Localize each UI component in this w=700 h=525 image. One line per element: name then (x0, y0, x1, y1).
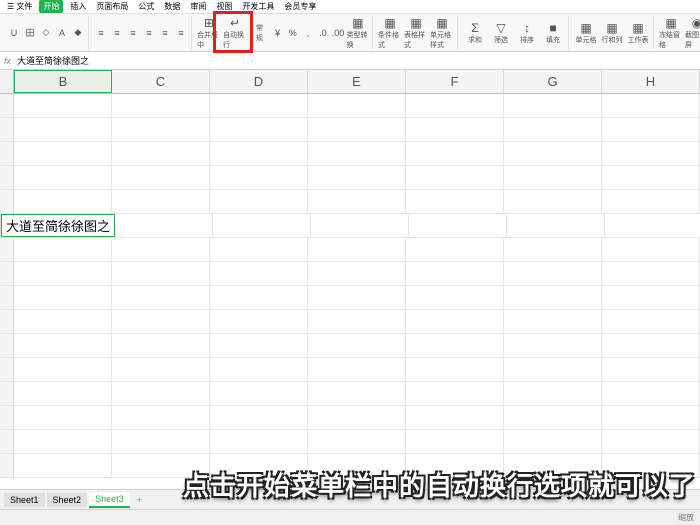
currency-icon[interactable]: ¥ (271, 26, 284, 40)
cell-style-button[interactable]: ▦单元格样式 (430, 18, 454, 48)
sheet-tab-3[interactable]: Sheet3 (89, 492, 130, 508)
fx-label: fx (4, 56, 11, 66)
sheet-tab-1[interactable]: Sheet1 (4, 493, 45, 507)
dec-decimal-icon[interactable]: .00 (331, 26, 344, 40)
inc-decimal-icon[interactable]: .0 (316, 26, 329, 40)
col-header-g[interactable]: G (504, 70, 602, 93)
active-cell[interactable]: 大道至简徐徐图之 (1, 214, 115, 237)
formula-input[interactable]: 大道至简徐徐图之 (17, 54, 89, 67)
dev-tab[interactable]: 开发工具 (239, 1, 277, 12)
type-button[interactable]: ▦类型转换 (347, 18, 369, 48)
align-top-icon[interactable]: ≡ (94, 26, 108, 40)
row-col-button[interactable]: ▦行和列 (600, 18, 624, 48)
col-header-d[interactable]: D (210, 70, 308, 93)
comma-icon[interactable]: , (301, 26, 314, 40)
spreadsheet-grid[interactable]: 大道至简徐徐图之 (0, 94, 700, 490)
align-mid-icon[interactable]: ≡ (110, 26, 124, 40)
insert-tab[interactable]: 插入 (67, 1, 89, 12)
cell-ops-button[interactable]: ▦单元格 (574, 18, 598, 48)
merge-button[interactable]: ⊞合并居中 (197, 18, 221, 48)
file-menu[interactable]: ☰ 文件 (4, 1, 35, 12)
fill-color-icon[interactable]: ◇ (39, 26, 53, 40)
freeze-button[interactable]: ▦冻结窗格 (659, 18, 683, 48)
formula-tab[interactable]: 公式 (135, 1, 157, 12)
wrap-text-button[interactable]: ↵自动换行 (223, 18, 247, 48)
status-bar: 缩放 (0, 509, 700, 525)
font-color-icon[interactable]: A (55, 26, 69, 40)
percent-icon[interactable]: % (286, 26, 299, 40)
filter-button[interactable]: ▽筛选 (489, 18, 513, 48)
menu-bar: ☰ 文件 开始 插入 页面布局 公式 数据 审阅 视图 开发工具 会员专享 (0, 0, 700, 14)
align-right-icon[interactable]: ≡ (174, 26, 188, 40)
format-dropdown[interactable]: 常规 (256, 26, 269, 40)
sheet-tabs: Sheet1 Sheet2 Sheet3 + (0, 489, 700, 509)
special-tab[interactable]: 会员专享 (281, 1, 319, 12)
sum-button[interactable]: Σ求和 (463, 18, 487, 48)
layout-tab[interactable]: 页面布局 (93, 1, 131, 12)
col-header-e[interactable]: E (308, 70, 406, 93)
sort-button[interactable]: ↕排序 (515, 18, 539, 48)
align-left-icon[interactable]: ≡ (142, 26, 156, 40)
screenshot-button[interactable]: ◉截图录屏 (685, 18, 700, 48)
align-bot-icon[interactable]: ≡ (126, 26, 140, 40)
clear-icon[interactable]: ◆ (71, 26, 85, 40)
col-header-f[interactable]: F (406, 70, 504, 93)
view-tab[interactable]: 视图 (213, 1, 235, 12)
column-headers: B C D E F G H (0, 70, 700, 94)
corner-cell[interactable] (0, 70, 14, 93)
col-header-c[interactable]: C (112, 70, 210, 93)
cond-fmt-button[interactable]: ▦条件格式 (378, 18, 402, 48)
border-icon[interactable]: 田 (23, 26, 37, 40)
sheet-tab-2[interactable]: Sheet2 (47, 493, 88, 507)
add-sheet-button[interactable]: + (132, 495, 147, 505)
sheet-button[interactable]: ▦工作表 (626, 18, 650, 48)
home-tab[interactable]: 开始 (39, 0, 63, 13)
underline-icon[interactable]: U (7, 26, 21, 40)
data-tab[interactable]: 数据 (161, 1, 183, 12)
ribbon: U 田 ◇ A ◆ ≡ ≡ ≡ ≡ ≡ ≡ ⊞合并居中 ↵自动换行 常规 ¥ %… (0, 14, 700, 52)
align-center-icon[interactable]: ≡ (158, 26, 172, 40)
fill-button[interactable]: ■填充 (541, 18, 565, 48)
review-tab[interactable]: 审阅 (187, 1, 209, 12)
col-header-h[interactable]: H (602, 70, 700, 93)
col-header-b[interactable]: B (14, 70, 112, 93)
table-style-button[interactable]: ▦表格样式 (404, 18, 428, 48)
formula-bar: fx 大道至简徐徐图之 (0, 52, 700, 70)
zoom-label: 缩放 (678, 512, 694, 523)
